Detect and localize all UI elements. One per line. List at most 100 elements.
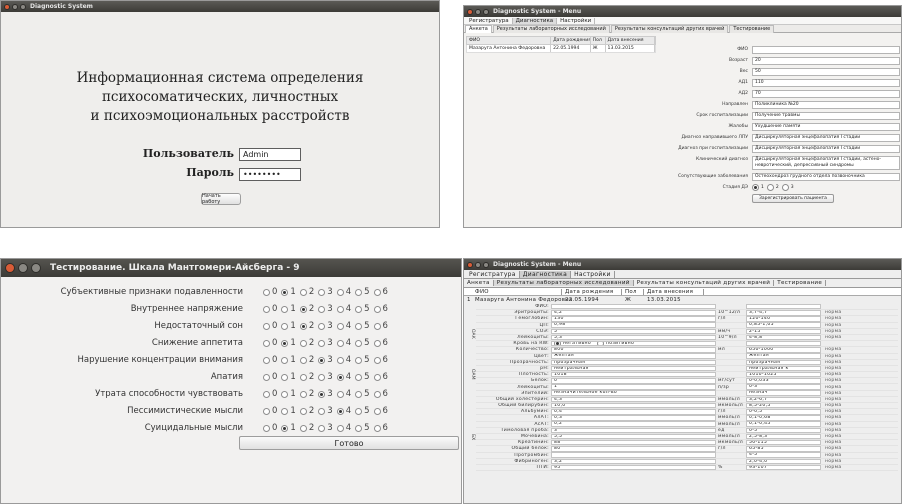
score-radio[interactable]: 6 [373, 287, 388, 297]
minimize-icon[interactable] [475, 8, 481, 15]
tab-lab-results[interactable]: Результаты лабораторных исследований [492, 24, 610, 33]
form-field[interactable]: Остеохондроз грудного отдела позвоночник… [752, 173, 900, 181]
score-radio[interactable]: 3 [318, 321, 333, 331]
stage-radio[interactable]: 2 [766, 184, 779, 191]
score-radio[interactable]: 0 [263, 389, 277, 399]
score-radio[interactable]: 6 [373, 423, 388, 433]
score-radio[interactable]: 0 [263, 338, 277, 348]
score-radio[interactable]: 5 [355, 423, 370, 433]
score-radio[interactable]: 4 [336, 321, 351, 331]
header-birthdate[interactable]: Дата рождения [562, 288, 622, 295]
lab-value-field[interactable]: 10,0 [551, 402, 716, 409]
score-radio[interactable]: 2 [299, 389, 314, 399]
header-entry-date[interactable]: Дата внесения [606, 37, 655, 44]
header-birthdate[interactable]: Дата рождения [551, 37, 591, 44]
lab-value-field[interactable]: 5,5 [551, 433, 716, 440]
score-radio[interactable]: 3 [318, 287, 333, 297]
lab-value-field[interactable]: 130 [551, 316, 716, 322]
form-field[interactable]: Получение травмы [752, 112, 900, 120]
lab-value-field[interactable]: 0,2 [551, 421, 716, 427]
score-radio[interactable]: 2 [299, 287, 314, 297]
score-radio[interactable]: 3 [318, 389, 333, 399]
form-field[interactable]: 50 [752, 68, 900, 76]
score-radio[interactable]: 1 [281, 304, 296, 314]
score-radio[interactable]: 4 [336, 338, 351, 348]
score-radio[interactable]: 6 [373, 406, 388, 416]
lab-value-field[interactable]: желтая [551, 353, 716, 359]
score-radio[interactable]: 2 [299, 406, 314, 416]
score-radio[interactable]: 6 [373, 321, 388, 331]
lab-value-field[interactable] [551, 303, 716, 310]
tab-consultations[interactable]: Результаты консультаций других врачей [610, 24, 729, 33]
user-input[interactable]: Admin [239, 148, 301, 161]
done-button[interactable]: Готово [239, 436, 459, 450]
form-field[interactable]: Дисциркуляторная энцефалопатия I стадии,… [752, 156, 900, 170]
score-radio[interactable]: 2 [299, 355, 314, 365]
score-radio[interactable]: 3 [318, 372, 333, 382]
form-field[interactable]: Дисциркуляторная энцефалопатия I стадии [752, 134, 900, 142]
table-row[interactable]: Мазаруга Антонина Федоровна 22.05.1994 Ж… [466, 45, 656, 53]
stage-radio[interactable]: 1 [752, 184, 764, 191]
maximize-icon[interactable] [483, 261, 489, 268]
score-radio[interactable]: 4 [336, 423, 351, 433]
score-radio[interactable]: 4 [336, 355, 351, 365]
score-radio[interactable]: 2 [299, 338, 314, 348]
lab-value-field[interactable]: 4,2 [551, 310, 716, 316]
close-icon[interactable] [467, 261, 473, 268]
score-radio[interactable]: 3 [318, 406, 333, 416]
minimize-icon[interactable] [475, 261, 481, 268]
menu-registry[interactable]: Регистратура [466, 17, 513, 24]
lab-value-field[interactable]: прозрачная [551, 359, 716, 366]
score-radio[interactable]: 4 [336, 372, 351, 382]
score-radio[interactable]: 3 [318, 304, 333, 314]
header-fio[interactable]: ФИО [467, 37, 552, 44]
lab-value-field[interactable]: 88 [551, 439, 716, 446]
form-field[interactable]: 110 [752, 79, 900, 87]
score-radio[interactable]: 0 [263, 406, 277, 416]
maximize-icon[interactable] [483, 8, 489, 15]
lab-value-field[interactable]: 5,3 [551, 334, 716, 341]
lab-value-field[interactable]: 0,3 [551, 415, 716, 421]
score-radio[interactable]: 0 [263, 287, 277, 297]
tab-anketa[interactable]: Анкета [465, 24, 492, 33]
lab-value-field[interactable]: 1 [551, 384, 716, 390]
tab-lab-results[interactable]: Результаты лабораторных исследований [493, 280, 634, 286]
lab-value-field[interactable]: 0,4 [551, 409, 716, 415]
score-radio[interactable]: 5 [355, 406, 370, 416]
score-radio[interactable]: 5 [355, 355, 370, 365]
score-radio[interactable]: 4 [336, 287, 351, 297]
form-field[interactable]: Поликлиника №20 [752, 101, 900, 109]
score-radio[interactable]: 0 [263, 355, 277, 365]
maximize-icon[interactable] [20, 3, 26, 10]
password-input[interactable]: •••••••• [239, 168, 301, 181]
header-sex[interactable]: Пол [622, 288, 644, 295]
score-radio[interactable]: 2 [299, 321, 314, 331]
form-field[interactable]: Ухудшение памяти [752, 123, 900, 131]
score-radio[interactable]: 4 [336, 406, 351, 416]
score-radio[interactable]: 6 [373, 304, 388, 314]
table-row[interactable]: 1 Мазаруга Антонина Федоровна 22.05.1994… [464, 296, 901, 304]
lab-value-field[interactable]: 95 [551, 464, 716, 471]
menu-settings[interactable]: Настройки [571, 270, 615, 278]
score-radio[interactable]: 3 [318, 423, 333, 433]
score-radio[interactable]: 1 [281, 355, 296, 365]
form-field[interactable]: 70 [752, 90, 900, 98]
tab-consultations[interactable]: Результаты консультаций других врачей [634, 280, 775, 286]
score-radio[interactable]: 5 [355, 372, 370, 382]
score-radio[interactable]: 1 [281, 423, 296, 433]
menu-settings[interactable]: Настройки [557, 17, 596, 24]
lab-value-field[interactable]: 3,2 [551, 458, 716, 465]
stage-radio[interactable]: 3 [781, 184, 794, 191]
score-radio[interactable]: 1 [281, 287, 296, 297]
header-sex[interactable]: Пол [591, 37, 606, 44]
score-radio[interactable]: 5 [355, 338, 370, 348]
score-radio[interactable]: 0 [263, 321, 277, 331]
register-button[interactable]: Зарегистрировать пациента [752, 194, 834, 203]
lab-value-field[interactable]: нейтральная [551, 365, 716, 372]
score-radio[interactable]: 5 [355, 321, 370, 331]
header-entry-date[interactable]: Дата внесения [644, 288, 704, 295]
score-radio[interactable]: 6 [373, 355, 388, 365]
score-radio[interactable]: 2 [299, 423, 314, 433]
score-radio[interactable]: 0 [263, 304, 277, 314]
minimize-icon[interactable] [18, 263, 28, 273]
